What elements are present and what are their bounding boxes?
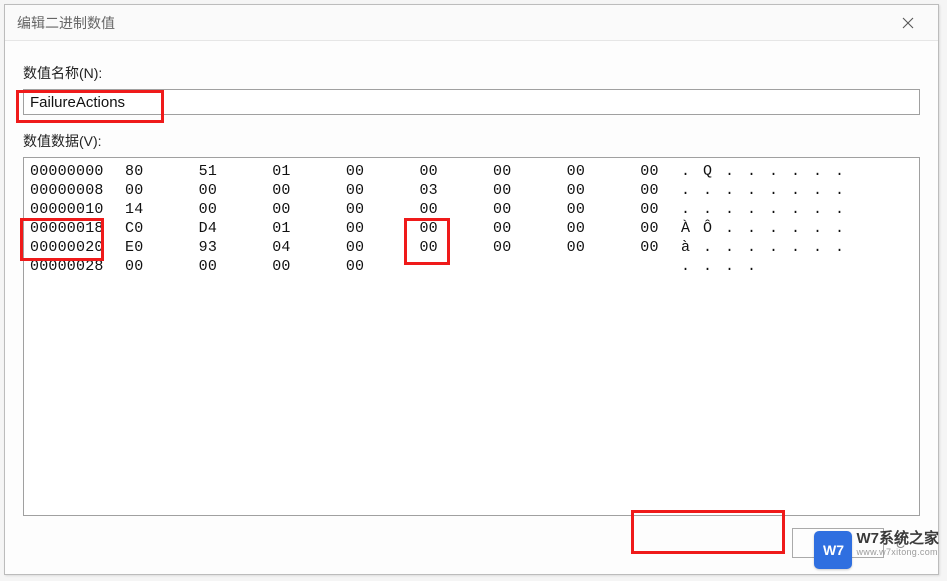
- hex-row: 0000002800 00 00 00 . . . .: [30, 257, 913, 276]
- hex-offset: 00000000: [30, 162, 125, 181]
- dialog-button-row: 确定 C: [23, 516, 920, 564]
- hex-bytes: C0 D4 01 00 00 00 00 00: [125, 219, 681, 238]
- titlebar: 编辑二进制数值: [5, 5, 938, 41]
- edit-binary-value-dialog: 编辑二进制数值 数值名称(N): 数值数据(V): 0000000080 51 …: [4, 4, 939, 575]
- cancel-hint: C: [896, 536, 920, 551]
- hex-editor[interactable]: 0000000080 51 01 00 00 00 00 00 . Q . . …: [23, 157, 920, 516]
- value-name-label: 数值名称(N):: [23, 63, 920, 83]
- hex-row: 0000001014 00 00 00 00 00 00 00 . . . . …: [30, 200, 913, 219]
- dialog-title: 编辑二进制数值: [17, 13, 115, 33]
- hex-offset: 00000008: [30, 181, 125, 200]
- hex-ascii: . . . .: [681, 257, 913, 276]
- hex-ascii: . Q . . . . . .: [681, 162, 913, 181]
- hex-bytes: E0 93 04 00 00 00 00 00: [125, 238, 681, 257]
- ok-button[interactable]: 确定: [792, 528, 884, 558]
- hex-row: 00000018C0 D4 01 00 00 00 00 00 À Ô . . …: [30, 219, 913, 238]
- hex-ascii: À Ô . . . . . .: [681, 219, 913, 238]
- value-data-label: 数值数据(V):: [23, 131, 920, 151]
- value-name-input[interactable]: [23, 89, 920, 115]
- hex-ascii: . . . . . . . .: [681, 181, 913, 200]
- hex-row: 0000000800 00 00 00 03 00 00 00 . . . . …: [30, 181, 913, 200]
- hex-row: 00000020E0 93 04 00 00 00 00 00 à . . . …: [30, 238, 913, 257]
- close-icon: [902, 17, 914, 29]
- hex-bytes: 00 00 00 00: [125, 257, 681, 276]
- hex-offset: 00000010: [30, 200, 125, 219]
- hex-offset: 00000020: [30, 238, 125, 257]
- close-button[interactable]: [890, 9, 926, 37]
- hex-offset: 00000018: [30, 219, 125, 238]
- hex-row: 0000000080 51 01 00 00 00 00 00 . Q . . …: [30, 162, 913, 181]
- hex-offset: 00000028: [30, 257, 125, 276]
- hex-bytes: 80 51 01 00 00 00 00 00: [125, 162, 681, 181]
- hex-bytes: 00 00 00 00 03 00 00 00: [125, 181, 681, 200]
- hex-ascii: à . . . . . . .: [681, 238, 913, 257]
- dialog-content: 数值名称(N): 数值数据(V): 0000000080 51 01 00 00…: [5, 41, 938, 574]
- hex-ascii: . . . . . . . .: [681, 200, 913, 219]
- hex-bytes: 14 00 00 00 00 00 00 00: [125, 200, 681, 219]
